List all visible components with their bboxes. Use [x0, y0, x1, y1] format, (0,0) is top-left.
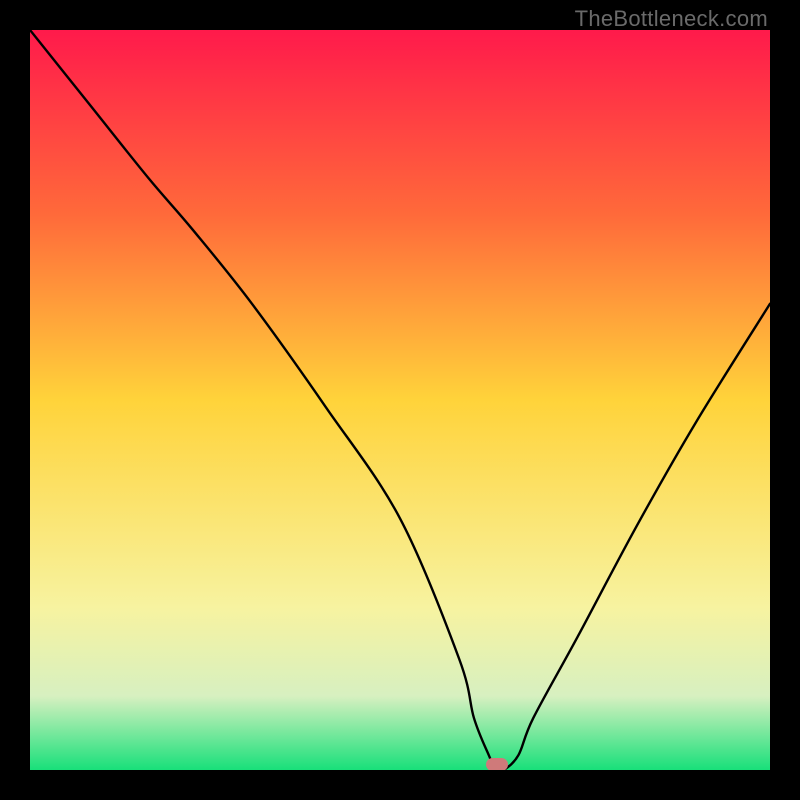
bottleneck-chart [30, 30, 770, 770]
chart-frame: TheBottleneck.com [0, 0, 800, 800]
watermark-text: TheBottleneck.com [575, 6, 768, 32]
optimal-marker [486, 758, 508, 770]
plot-area [30, 30, 770, 770]
gradient-background [30, 30, 770, 770]
